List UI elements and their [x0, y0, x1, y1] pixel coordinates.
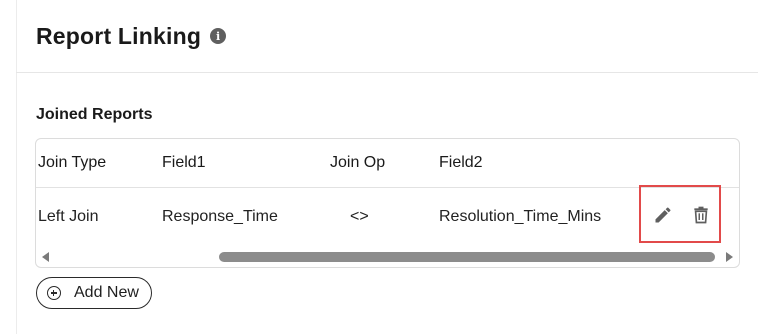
column-header-join-type: Join Type [38, 154, 107, 171]
pencil-icon[interactable] [651, 203, 675, 227]
row-actions-highlight [639, 185, 721, 243]
table-row: Left Join Response_Time <> Resolution_Ti… [36, 185, 739, 246]
joined-reports-table: Join Type Field1 Join Op Field2 Left Joi… [35, 138, 740, 268]
page-title: Report Linking [36, 22, 202, 49]
left-divider [16, 0, 17, 334]
column-header-field1: Field1 [162, 154, 206, 171]
plus-circle-icon [47, 286, 61, 300]
cell-field1: Response_Time [162, 208, 278, 225]
cell-field2: Resolution_Time_Mins [439, 208, 602, 225]
scroll-right-arrow-icon[interactable] [726, 252, 733, 262]
add-new-label: Add New [74, 284, 139, 301]
column-header-field2: Field2 [439, 154, 483, 171]
scroll-left-arrow-icon[interactable] [42, 252, 49, 262]
page-header: Report Linking i [36, 20, 227, 52]
trash-icon[interactable] [689, 203, 713, 227]
section-title-joined-reports: Joined Reports [36, 106, 153, 123]
cell-join-op: <> [350, 208, 369, 225]
info-icon[interactable]: i [210, 28, 227, 44]
table-header-row: Join Type Field1 Join Op Field2 [36, 139, 739, 188]
cell-join-type: Left Join [38, 208, 99, 225]
scrollbar-thumb[interactable] [219, 252, 715, 262]
header-divider [16, 72, 758, 73]
column-header-join-op: Join Op [330, 154, 386, 171]
add-new-button[interactable]: Add New [36, 277, 152, 309]
horizontal-scrollbar[interactable] [36, 249, 739, 265]
